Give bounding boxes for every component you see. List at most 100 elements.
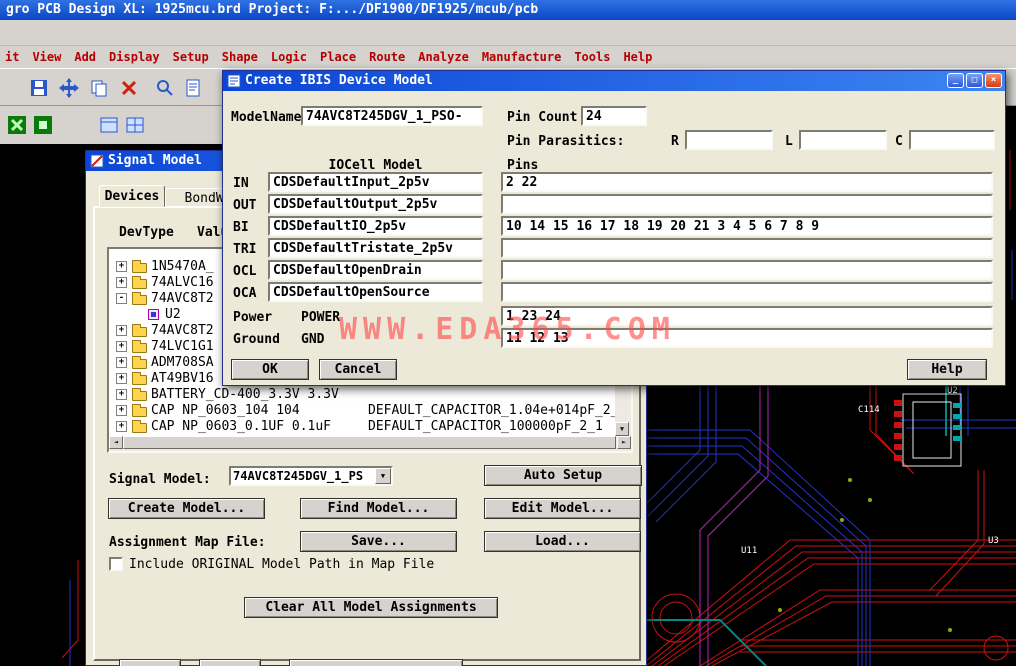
blue-panel-icon[interactable] (96, 112, 122, 138)
expand-toggle[interactable]: + (116, 421, 127, 432)
signal-model-label: Signal Model: (109, 472, 211, 487)
tree-item[interactable]: + CAP NP_0603_0.1UF 0.1uF DEFAULT_CAPACI… (111, 419, 616, 435)
open-folder-icon (132, 292, 147, 305)
signal-model-combo[interactable]: 74AVC8T245DGV_1_PS ▼ (229, 466, 393, 486)
move-icon[interactable] (56, 75, 82, 101)
component-icon (148, 309, 159, 320)
save-icon[interactable] (26, 75, 52, 101)
bottom-cutoff-button-2[interactable] (199, 659, 261, 666)
window-titlebar[interactable]: gro PCB Design XL: 1925mcu.brd Project: … (0, 0, 1016, 20)
c-label: C (895, 134, 903, 149)
menu-item-setup[interactable]: Setup (173, 50, 209, 64)
tree-item[interactable]: + CAP NP_0603_104 104 DEFAULT_CAPACITOR_… (111, 403, 626, 419)
menu-item-place[interactable]: Place (320, 50, 356, 64)
window-title: gro PCB Design XL: 1925mcu.brd Project: … (6, 2, 539, 17)
green-x-icon[interactable] (4, 112, 30, 138)
blue-grid-icon[interactable] (122, 112, 148, 138)
ok-button[interactable]: OK (231, 359, 309, 380)
bottom-cutoff-button-3[interactable] (289, 659, 463, 666)
collapse-toggle[interactable]: - (116, 293, 127, 304)
out-model-input[interactable] (268, 194, 483, 214)
ibis-dialog-titlebar[interactable]: Create IBIS Device Model _ □ × (223, 71, 1005, 91)
assignment-map-file-label: Assignment Map File: (109, 535, 266, 550)
zoom-icon[interactable] (152, 75, 178, 101)
tree-item-label: U2 (165, 307, 181, 322)
find-model-button[interactable]: Find Model... (300, 498, 457, 519)
tri-pins-input[interactable] (501, 238, 993, 258)
expand-toggle[interactable]: + (116, 389, 127, 400)
oca-model-input[interactable] (268, 282, 483, 302)
out-pins-input[interactable] (501, 194, 993, 214)
expand-toggle[interactable]: + (116, 261, 127, 272)
folder-icon (132, 324, 147, 337)
auto-setup-button[interactable]: Auto Setup (484, 465, 642, 486)
horizontal-scroll-thumb[interactable] (123, 436, 616, 449)
folder-icon (132, 340, 147, 353)
menu-item-route[interactable]: Route (369, 50, 405, 64)
create-ibis-device-model-dialog: Create IBIS Device Model _ □ × ModelName… (222, 70, 1006, 386)
cancel-button[interactable]: Cancel (319, 359, 397, 380)
r-input[interactable] (685, 130, 773, 150)
power-pins-input[interactable] (501, 306, 993, 326)
expand-toggle[interactable]: + (116, 325, 127, 336)
model-name-input[interactable] (301, 106, 483, 126)
bi-model-input[interactable] (268, 216, 483, 236)
expand-toggle[interactable]: + (116, 373, 127, 384)
menu-bar: it View Add Display Setup Shape Logic Pl… (0, 46, 1016, 68)
ocl-pins-input[interactable] (501, 260, 993, 280)
expand-toggle[interactable]: + (116, 405, 127, 416)
ocl-model-input[interactable] (268, 260, 483, 280)
pin-count-input[interactable] (581, 106, 647, 126)
expand-toggle[interactable]: + (116, 357, 127, 368)
create-model-button[interactable]: Create Model... (108, 498, 265, 519)
menu-item-logic[interactable]: Logic (271, 50, 307, 64)
bottom-cutoff-button-1[interactable] (119, 659, 181, 666)
tab-devices[interactable]: Devices (99, 185, 165, 207)
chevron-down-icon[interactable]: ▼ (375, 468, 391, 484)
menu-item-tools[interactable]: Tools (574, 50, 610, 64)
scroll-left-button[interactable]: ◄ (109, 436, 123, 449)
menu-item-edit[interactable]: it (5, 50, 19, 64)
bi-pins-input[interactable] (501, 216, 993, 236)
folder-icon (132, 420, 147, 433)
l-input[interactable] (799, 130, 887, 150)
menu-item-analyze[interactable]: Analyze (418, 50, 469, 64)
load-map-button[interactable]: Load... (484, 531, 641, 552)
menu-item-add[interactable]: Add (74, 50, 96, 64)
green-square-icon[interactable] (30, 112, 56, 138)
column-header-devtype[interactable]: DevType (119, 225, 174, 240)
pin-count-label: Pin Count (507, 110, 578, 125)
close-icon[interactable]: × (985, 73, 1002, 88)
scroll-right-button[interactable]: ► (617, 436, 631, 449)
scroll-down-button[interactable]: ▼ (615, 422, 629, 436)
ground-pins-input[interactable] (501, 328, 993, 348)
expand-toggle[interactable]: + (116, 277, 127, 288)
help-button[interactable]: Help (907, 359, 987, 380)
menu-item-shape[interactable]: Shape (222, 50, 258, 64)
include-original-path-checkbox[interactable] (109, 557, 123, 571)
edit-model-button[interactable]: Edit Model... (484, 498, 641, 519)
c-input[interactable] (909, 130, 995, 150)
pin-parasitics-label: Pin Parasitics: (507, 134, 625, 149)
copy-icon[interactable] (86, 75, 112, 101)
oca-pins-input[interactable] (501, 282, 993, 302)
menu-item-manufacture[interactable]: Manufacture (482, 50, 561, 64)
menu-item-view[interactable]: View (32, 50, 61, 64)
in-pins-input[interactable] (501, 172, 993, 192)
folder-icon (132, 260, 147, 273)
clear-all-model-assignments-button[interactable]: Clear All Model Assignments (244, 597, 498, 618)
tree-item[interactable]: + BATTERY_CD-400_3.3V 3.3V (111, 387, 616, 403)
tree-item-label: 1N5470A_ (151, 259, 214, 274)
maximize-icon[interactable]: □ (966, 73, 983, 88)
menu-item-display[interactable]: Display (109, 50, 160, 64)
row-label-out: OUT (233, 198, 257, 213)
minimize-icon[interactable]: _ (947, 73, 964, 88)
save-map-button[interactable]: Save... (300, 531, 457, 552)
menu-item-help[interactable]: Help (623, 50, 652, 64)
in-model-input[interactable] (268, 172, 483, 192)
tri-model-input[interactable] (268, 238, 483, 258)
expand-toggle[interactable]: + (116, 341, 127, 352)
horizontal-scrollbar[interactable]: ◄ ► (109, 436, 631, 451)
delete-icon[interactable] (116, 75, 142, 101)
document-icon[interactable] (180, 75, 206, 101)
